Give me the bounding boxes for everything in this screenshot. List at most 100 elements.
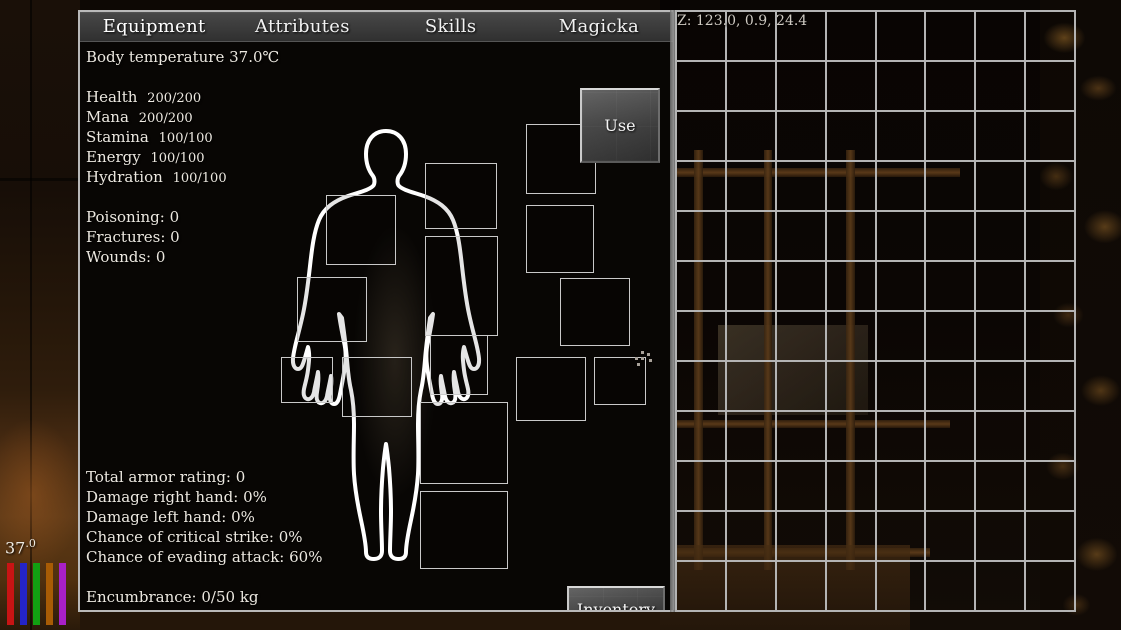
inventory-slot[interactable]	[826, 262, 877, 312]
inventory-button[interactable]: Inventory	[567, 586, 665, 610]
inventory-slot[interactable]	[876, 212, 927, 262]
equipment-slot-right-shoulder[interactable]	[326, 195, 396, 265]
inventory-slot[interactable]	[876, 62, 927, 112]
equipment-slot-left-hand[interactable]	[516, 357, 586, 421]
inventory-slot[interactable]	[1026, 312, 1076, 362]
inventory-slot[interactable]	[926, 162, 977, 212]
inventory-slot[interactable]	[677, 462, 727, 512]
equipment-slot-left-arm[interactable]	[560, 278, 630, 346]
inventory-slot[interactable]	[726, 212, 777, 262]
inventory-slot[interactable]	[826, 462, 877, 512]
inventory-slot[interactable]	[776, 312, 827, 362]
equipment-slot-head[interactable]	[425, 163, 497, 229]
inventory-slot[interactable]	[677, 162, 727, 212]
inventory-slot[interactable]	[876, 562, 927, 612]
inventory-slot[interactable]	[826, 512, 877, 562]
inventory-slot[interactable]	[826, 362, 877, 412]
inventory-slot[interactable]	[876, 362, 927, 412]
use-button[interactable]: Use	[580, 88, 660, 163]
inventory-slot[interactable]	[976, 12, 1027, 62]
tab-magicka[interactable]: Magicka	[525, 12, 673, 41]
inventory-slot[interactable]	[726, 12, 777, 62]
inventory-slot[interactable]	[726, 462, 777, 512]
inventory-slot[interactable]	[976, 512, 1027, 562]
inventory-slot[interactable]	[976, 412, 1027, 462]
inventory-slot[interactable]	[926, 512, 977, 562]
inventory-slot[interactable]	[1026, 412, 1076, 462]
inventory-slot[interactable]	[776, 162, 827, 212]
inventory-slot[interactable]	[826, 112, 877, 162]
inventory-slot[interactable]	[726, 512, 777, 562]
inventory-slot[interactable]	[976, 462, 1027, 512]
inventory-slot[interactable]	[876, 12, 927, 62]
inventory-slot[interactable]	[926, 212, 977, 262]
inventory-slot[interactable]	[976, 162, 1027, 212]
inventory-slot[interactable]	[1026, 12, 1076, 62]
tab-attributes[interactable]: Attributes	[228, 12, 376, 41]
inventory-slot[interactable]	[1026, 212, 1076, 262]
inventory-slot[interactable]	[776, 12, 827, 62]
inventory-slot[interactable]	[1026, 462, 1076, 512]
inventory-slot[interactable]	[726, 262, 777, 312]
inventory-slot[interactable]	[826, 162, 877, 212]
inventory-slot[interactable]	[876, 512, 927, 562]
inventory-slot[interactable]	[876, 462, 927, 512]
inventory-slot[interactable]	[677, 112, 727, 162]
inventory-slot[interactable]	[726, 62, 777, 112]
inventory-slot[interactable]	[876, 262, 927, 312]
inventory-slot[interactable]	[1026, 162, 1076, 212]
inventory-slot[interactable]	[876, 312, 927, 362]
inventory-slot[interactable]	[826, 62, 877, 112]
inventory-slot[interactable]	[926, 562, 977, 612]
inventory-slot[interactable]	[677, 412, 727, 462]
inventory-slot[interactable]	[726, 562, 777, 612]
inventory-slot[interactable]	[876, 112, 927, 162]
inventory-slot[interactable]	[776, 362, 827, 412]
tab-equipment[interactable]: Equipment	[80, 12, 228, 41]
inventory-slot[interactable]	[776, 212, 827, 262]
inventory-slot[interactable]	[876, 412, 927, 462]
inventory-slot[interactable]	[726, 312, 777, 362]
inventory-slot[interactable]	[726, 362, 777, 412]
inventory-slot[interactable]	[677, 62, 727, 112]
inventory-slot[interactable]	[1026, 112, 1076, 162]
inventory-slot[interactable]	[776, 62, 827, 112]
inventory-slot[interactable]	[1026, 562, 1076, 612]
inventory-slot[interactable]	[1026, 62, 1076, 112]
equipment-slot-left-ring[interactable]	[594, 357, 646, 405]
equipment-slot-right-ring[interactable]	[281, 357, 333, 403]
inventory-slot[interactable]	[976, 362, 1027, 412]
inventory-slot[interactable]	[726, 112, 777, 162]
equipment-slot-belt[interactable]	[420, 491, 508, 569]
inventory-slot[interactable]	[976, 112, 1027, 162]
inventory-slot[interactable]	[1026, 362, 1076, 412]
equipment-slot-left-shoulder[interactable]	[526, 205, 594, 273]
inventory-slot[interactable]	[726, 162, 777, 212]
inventory-slot[interactable]	[776, 262, 827, 312]
inventory-slot[interactable]	[826, 312, 877, 362]
inventory-slot[interactable]	[1026, 512, 1076, 562]
inventory-slot[interactable]	[726, 412, 777, 462]
inventory-slot[interactable]	[926, 312, 977, 362]
equipment-slot-legs[interactable]	[430, 335, 488, 395]
inventory-slot[interactable]	[677, 562, 727, 612]
inventory-slot[interactable]	[926, 12, 977, 62]
inventory-slot[interactable]	[976, 62, 1027, 112]
inventory-slot[interactable]	[677, 12, 727, 62]
inventory-slot[interactable]	[926, 62, 977, 112]
equipment-slot-right-hand[interactable]	[342, 357, 412, 417]
tab-skills[interactable]: Skills	[377, 12, 525, 41]
inventory-slot[interactable]	[776, 562, 827, 612]
inventory-slot[interactable]	[926, 462, 977, 512]
inventory-slot[interactable]	[826, 412, 877, 462]
inventory-slot[interactable]	[776, 462, 827, 512]
inventory-slot[interactable]	[976, 562, 1027, 612]
equipment-slot-chest[interactable]	[425, 236, 498, 336]
inventory-slot[interactable]	[826, 562, 877, 612]
inventory-slot[interactable]	[976, 212, 1027, 262]
inventory-slot[interactable]	[976, 312, 1027, 362]
inventory-slot[interactable]	[926, 262, 977, 312]
inventory-slot[interactable]	[1026, 262, 1076, 312]
inventory-slot[interactable]	[976, 262, 1027, 312]
equipment-slot-boots[interactable]	[420, 402, 508, 484]
